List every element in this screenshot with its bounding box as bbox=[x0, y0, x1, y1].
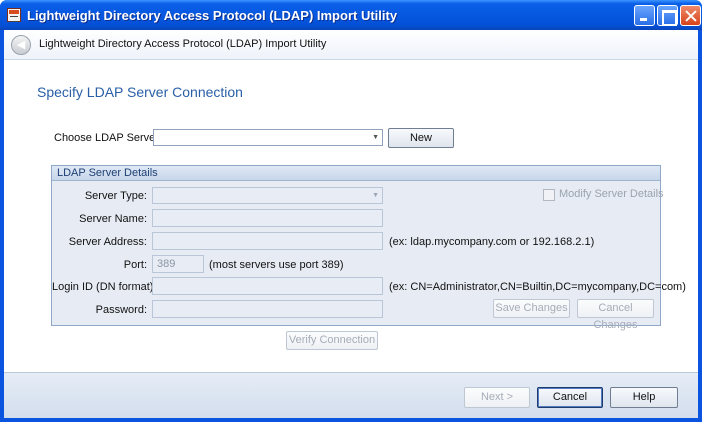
choose-server-label: Choose LDAP Server: bbox=[54, 132, 163, 144]
login-id-input[interactable] bbox=[152, 277, 383, 295]
minimize-button[interactable] bbox=[634, 5, 655, 26]
nav-title: Lightweight Directory Access Protocol (L… bbox=[39, 38, 327, 50]
back-arrow-icon: ◀ bbox=[16, 39, 26, 51]
port-label: Port: bbox=[123, 259, 147, 271]
wizard-footer: Next > Cancel Help bbox=[4, 372, 698, 418]
server-type-dropdown[interactable]: ▼ bbox=[152, 187, 383, 204]
modify-server-details-checkbox[interactable] bbox=[543, 189, 555, 201]
title-bar[interactable]: Lightweight Directory Access Protocol (L… bbox=[0, 0, 702, 30]
server-details-header: LDAP Server Details bbox=[52, 166, 660, 181]
navigation-header: ◀ Lightweight Directory Access Protocol … bbox=[4, 30, 698, 60]
password-label: Password: bbox=[95, 304, 147, 316]
server-name-input[interactable] bbox=[152, 209, 383, 227]
window-title: Lightweight Directory Access Protocol (L… bbox=[27, 8, 398, 23]
next-button[interactable]: Next > bbox=[464, 387, 530, 408]
login-id-label: Login ID (DN format): bbox=[52, 281, 157, 293]
port-hint: (most servers use port 389) bbox=[209, 259, 344, 271]
server-details-title: LDAP Server Details bbox=[57, 167, 158, 179]
server-address-hint: (ex: ldap.mycompany.com or 192.168.2.1) bbox=[389, 236, 595, 248]
app-window: Lightweight Directory Access Protocol (L… bbox=[0, 0, 702, 422]
port-input[interactable]: 389 bbox=[152, 255, 204, 273]
back-button[interactable]: ◀ bbox=[11, 35, 31, 55]
dropdown-arrow-icon: ▼ bbox=[372, 134, 379, 141]
window-content: ◀ Lightweight Directory Access Protocol … bbox=[4, 30, 698, 418]
maximize-button[interactable] bbox=[657, 5, 678, 26]
help-button[interactable]: Help bbox=[610, 387, 678, 408]
new-server-button[interactable]: New bbox=[388, 128, 454, 148]
modify-server-details-label: Modify Server Details bbox=[559, 188, 664, 200]
dropdown-arrow-icon: ▼ bbox=[372, 192, 379, 199]
choose-server-dropdown[interactable]: ▼ bbox=[153, 129, 383, 146]
verify-connection-button[interactable]: Verify Connection bbox=[286, 331, 378, 350]
login-id-hint: (ex: CN=Administrator,CN=Builtin,DC=myco… bbox=[389, 281, 686, 293]
cancel-button[interactable]: Cancel bbox=[537, 387, 603, 408]
save-changes-button[interactable]: Save Changes bbox=[493, 299, 570, 318]
close-button[interactable] bbox=[680, 5, 701, 26]
app-icon bbox=[7, 8, 21, 22]
server-address-input[interactable] bbox=[152, 232, 383, 250]
server-name-label: Server Name: bbox=[79, 213, 147, 225]
server-details-group: LDAP Server Details Modify Server Detail… bbox=[51, 165, 686, 331]
server-address-label: Server Address: bbox=[68, 236, 147, 248]
password-input[interactable] bbox=[152, 300, 383, 318]
server-type-label: Server Type: bbox=[84, 190, 147, 202]
page-title: Specify LDAP Server Connection bbox=[37, 84, 243, 100]
cancel-changes-button[interactable]: Cancel Changes bbox=[577, 299, 654, 331]
